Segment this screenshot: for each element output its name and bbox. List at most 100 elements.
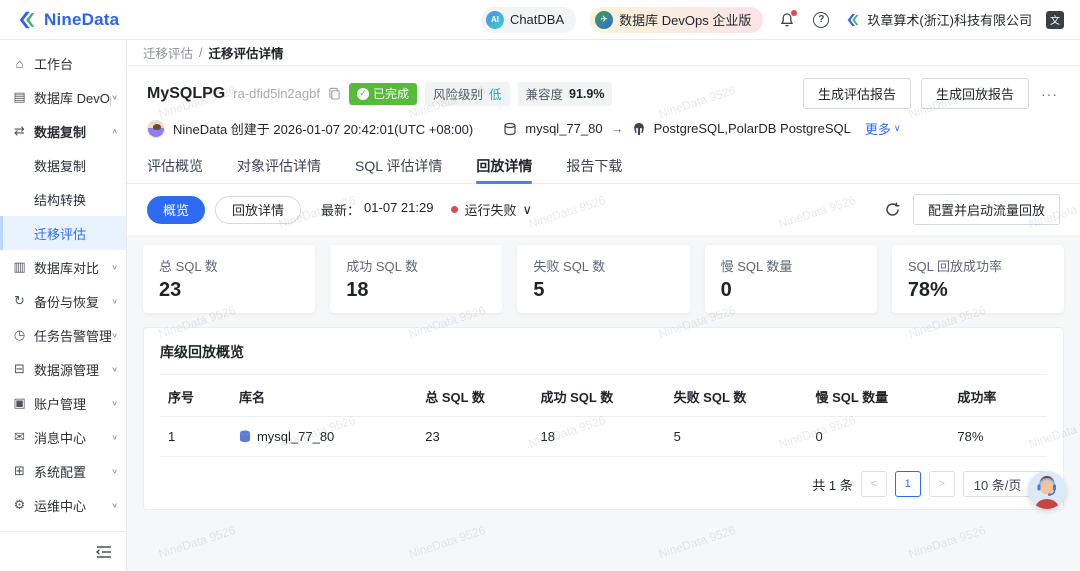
customer-support-button[interactable] <box>1028 471 1066 509</box>
compatibility-pill: 兼容度 91.9% <box>518 82 613 106</box>
run-status-dropdown[interactable]: 运行失败 ∨ <box>451 200 532 219</box>
table-cell: 1 <box>160 417 231 457</box>
stat-card: 成功 SQL 数18 <box>330 245 502 313</box>
status-badge-label: 已完成 <box>373 85 409 102</box>
column-header: 成功 SQL 数 <box>533 377 666 417</box>
compatibility-label: 兼容度 <box>526 84 564 103</box>
chatdba-ai-icon: AI <box>486 11 504 29</box>
chatdba-button[interactable]: AI ChatDBA <box>481 7 576 33</box>
document-icon: ▥ <box>12 259 27 275</box>
notification-bell-icon[interactable] <box>777 10 797 30</box>
compatibility-value: 91.9% <box>569 87 604 101</box>
sidebar-item-label: 数据复制 <box>34 122 86 141</box>
chatdba-label: ChatDBA <box>510 12 564 27</box>
db-replay-overview-card: 库级回放概览 序号库名总 SQL 数成功 SQL 数失败 SQL 数慢 SQL … <box>143 327 1064 510</box>
breadcrumb-current: 迁移评估详情 <box>209 43 284 62</box>
pagination: 共 1 条 < 1 > 10 条/页 ∨ <box>160 471 1047 497</box>
creator-avatar <box>147 120 165 138</box>
column-header: 失败 SQL 数 <box>666 377 808 417</box>
stat-card: 慢 SQL 数量0 <box>705 245 877 313</box>
chevron-down-icon: ∨ <box>894 123 901 134</box>
sidebar-item-workbench[interactable]: ⌂工作台 <box>0 46 126 80</box>
ninedata-logo-icon <box>16 9 38 31</box>
tab-4[interactable]: 报告下载 <box>566 148 622 183</box>
current-page-button[interactable]: 1 <box>895 471 921 497</box>
sidebar-item-system-config[interactable]: ⊞系统配置∨ <box>0 454 126 488</box>
help-icon: ? <box>813 12 829 28</box>
chevron-down-icon: ∨ <box>111 331 118 340</box>
ninedata-logo[interactable]: NineData <box>16 9 119 31</box>
table-cell: 0 <box>807 417 949 457</box>
sidebar-item-data-replication[interactable]: 数据复制 <box>0 148 126 182</box>
sidebar-item-ops-center[interactable]: ⚙运维中心∨ <box>0 488 126 522</box>
company-menu[interactable]: 玖章算术(浙江)科技有限公司 <box>845 10 1032 29</box>
breadcrumb-separator: / <box>199 46 202 60</box>
sidebar-menu: ⌂工作台▤数据库 DevOps∨⇄数据复制∧数据复制结构转换迁移评估▥数据库对比… <box>0 40 126 531</box>
chevron-down-icon: ∨ <box>522 202 532 218</box>
breadcrumb-parent[interactable]: 迁移评估 <box>143 43 193 62</box>
tab-0[interactable]: 评估概览 <box>147 148 203 183</box>
column-header: 慢 SQL 数量 <box>807 377 949 417</box>
segment-replay-detail[interactable]: 回放详情 <box>215 196 301 224</box>
sidebar-item-label: 数据复制 <box>34 156 86 175</box>
more-detail-link[interactable]: 更多 ∨ <box>865 119 901 138</box>
refresh-icon[interactable] <box>884 201 901 218</box>
language-switch-icon[interactable]: 文 <box>1046 11 1064 29</box>
task-id: ra-dfid5ln2agbf <box>233 86 320 101</box>
stat-label: 失败 SQL 数 <box>533 256 673 275</box>
sidebar-item-label: 备份与恢复 <box>34 292 99 311</box>
mail-icon: ✉ <box>12 429 27 445</box>
table-header-row: 序号库名总 SQL 数成功 SQL 数失败 SQL 数慢 SQL 数量成功率 <box>160 377 1047 417</box>
collapse-sidebar-icon[interactable] <box>96 545 112 559</box>
globe-icon: ✈ <box>595 11 613 29</box>
tab-3[interactable]: 回放详情 <box>476 148 532 183</box>
sidebar-item-database-devops[interactable]: ▤数据库 DevOps∨ <box>0 80 126 114</box>
column-header: 库名 <box>231 377 417 417</box>
sidebar-item-label: 账户管理 <box>34 394 86 413</box>
database-icon <box>239 430 251 443</box>
breadcrumb: 迁移评估 / 迁移评估详情 <box>127 40 1080 66</box>
sidebar-item-migration-evaluation[interactable]: 迁移评估 <box>0 216 126 250</box>
column-header: 总 SQL 数 <box>417 377 532 417</box>
sidebar-item-database-compare[interactable]: ▥数据库对比∨ <box>0 250 126 284</box>
sidebar-item-account-management[interactable]: ▣账户管理∨ <box>0 386 126 420</box>
next-page-button[interactable]: > <box>929 471 955 497</box>
segment-overview[interactable]: 概览 <box>147 196 205 224</box>
tab-2[interactable]: SQL 评估详情 <box>355 148 442 183</box>
task-header: MySQLPG ra-dfid5ln2agbf ✓ 已完成 风险级别 低 <box>127 66 1080 148</box>
creator-line: NineData 创建于 2026-01-07 20:42:01(UTC +08… <box>173 119 473 138</box>
sidebar-item-message-center[interactable]: ✉消息中心∨ <box>0 420 126 454</box>
generate-eval-report-button[interactable]: 生成评估报告 <box>803 78 911 109</box>
sidebar-item-label: 数据源管理 <box>34 360 99 379</box>
chevron-down-icon: ∨ <box>111 297 118 306</box>
prev-page-button[interactable]: < <box>861 471 887 497</box>
table-cell: 78% <box>949 417 1047 457</box>
tab-1[interactable]: 对象评估详情 <box>237 148 321 183</box>
monitor-icon: ▤ <box>12 89 27 105</box>
risk-level-pill: 风险级别 低 <box>425 82 510 106</box>
latest-label: 最新： <box>321 200 360 219</box>
sidebar-item-task-alert-management[interactable]: ◷任务告警管理∨ <box>0 318 126 352</box>
sidebar-item-data-replication-group[interactable]: ⇄数据复制∧ <box>0 114 126 148</box>
sidebar-footer <box>0 531 126 571</box>
replay-toolbar: 概览 回放详情 最新： 01-07 21:29 运行失败 ∨ 配置并启动流量回放 <box>127 184 1080 235</box>
start-traffic-replay-button[interactable]: 配置并启动流量回放 <box>913 194 1060 225</box>
latest-time: 01-07 21:29 <box>364 200 433 219</box>
sidebar-item-structure-transform[interactable]: 结构转换 <box>0 182 126 216</box>
chevron-down-icon: ∨ <box>111 399 118 408</box>
company-logo-icon <box>845 12 861 28</box>
more-actions-icon[interactable]: ··· <box>1039 86 1060 102</box>
sidebar-item-datasource-management[interactable]: ⊟数据源管理∨ <box>0 352 126 386</box>
sidebar-item-backup-restore[interactable]: ↻备份与恢复∨ <box>0 284 126 318</box>
sidebar-item-label: 迁移评估 <box>34 224 86 243</box>
generate-replay-report-button[interactable]: 生成回放报告 <box>921 78 1029 109</box>
grid-icon: ⊞ <box>12 463 27 479</box>
source-datasource: mysql_77_80 <box>525 121 602 136</box>
copy-icon[interactable] <box>328 87 341 100</box>
arrow-right-icon: → <box>611 121 624 136</box>
edition-switcher[interactable]: ✈ 数据库 DevOps 企业版 <box>590 7 763 33</box>
stats-cards: 总 SQL 数23成功 SQL 数18失败 SQL 数5慢 SQL 数量0SQL… <box>143 245 1064 313</box>
help-button[interactable]: ? <box>811 10 831 30</box>
support-agent-icon <box>1028 471 1066 509</box>
error-dot-icon <box>451 206 458 213</box>
